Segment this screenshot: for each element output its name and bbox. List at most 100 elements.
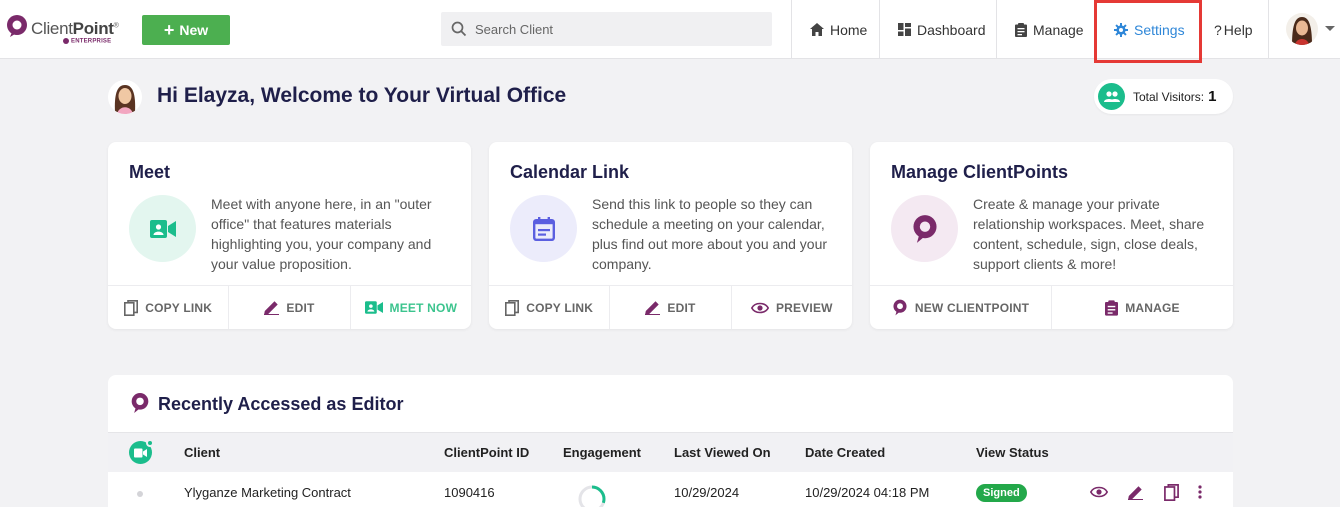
last-viewed-date: 10/29/2024 [674,485,740,500]
user-avatar[interactable] [1286,13,1318,45]
clientpoint-id: 1090416 [444,485,495,500]
copy-icon [124,299,139,316]
card-actions: COPY LINK EDIT MEET NOW [108,285,471,329]
welcome-heading: Hi Elayza, Welcome to Your Virtual Offic… [157,84,567,107]
manage-button[interactable]: MANAGE [1051,286,1233,329]
copy-row-button[interactable] [1160,481,1182,503]
card-title: Manage ClientPoints [891,162,1069,182]
video-camera-icon [364,301,383,314]
pencil-icon [264,301,280,315]
card-description: Meet with anyone here, in an "outer offi… [211,196,432,272]
nav-home-label: Home [830,21,868,38]
eye-icon [1090,486,1108,498]
clientpoint-logo-icon [131,393,149,413]
nav-help-label: Help [1223,21,1253,38]
client-name[interactable]: Ylyganze Marketing Contract [184,485,351,500]
recently-accessed-panel: Recently Accessed as Editor Client Clien… [108,375,1233,507]
copy-link-button[interactable]: COPY LINK [108,286,228,329]
clipboard-icon [1105,299,1119,316]
search-icon [451,21,467,37]
calendar-card: Calendar Link Send this link to people s… [489,142,852,329]
clipboard-icon [1015,22,1027,37]
recent-title: Recently Accessed as Editor [158,394,404,414]
card-actions: NEW CLIENTPOINT MANAGE [870,285,1233,329]
clientpoint-logo-icon [893,299,907,316]
plus-icon: + [163,20,175,40]
status-dot [137,491,143,497]
edit-label: EDIT [667,300,696,315]
column-last-viewed[interactable]: Last Viewed On [674,445,771,460]
column-date-created[interactable]: Date Created [805,445,885,460]
dashboard-icon [898,23,911,36]
visitors-count: 1 [1208,88,1217,105]
card-title: Calendar Link [510,162,630,182]
people-icon [1098,83,1125,110]
search-bar[interactable] [441,12,772,46]
help-icon: ? [1214,21,1222,38]
card-description: Create & manage your private relationshi… [973,196,1205,272]
column-view-status[interactable]: View Status [976,445,1049,460]
column-client[interactable]: Client [184,445,220,460]
nav-dashboard-label: Dashboard [917,21,986,38]
home-icon [810,23,824,36]
logo-wordmark: ClientPoint® [31,19,119,38]
table-row[interactable]: Ylyganze Marketing Contract 1090416 10/2… [108,472,1233,507]
kebab-menu-icon [1198,485,1202,499]
table-header: Client ClientPoint ID Engagement Last Vi… [108,432,1233,472]
column-clientpoint-id[interactable]: ClientPoint ID [444,445,529,460]
calendar-icon [510,195,577,262]
card-title: Meet [129,162,171,182]
chevron-down-icon[interactable] [1325,26,1335,31]
nav-dashboard[interactable]: Dashboard [879,0,996,59]
eye-icon [750,302,769,313]
top-bar: ClientPoint® ENTERPRISE + New Home Dashb… [0,0,1340,59]
manage-label: MANAGE [1125,300,1180,315]
nav-settings[interactable]: Settings [1096,0,1200,59]
clientpoint-logo[interactable]: ClientPoint® ENTERPRISE [5,14,119,46]
pencil-icon [645,301,661,315]
welcome-avatar [108,80,142,114]
video-camera-icon [129,195,196,262]
nav-manage-label: Manage [1033,21,1084,38]
new-button[interactable]: + New [142,15,230,45]
more-options-button[interactable] [1189,481,1211,503]
clientpoint-logo-icon [891,195,958,262]
meet-card: Meet Meet with anyone here, in an "outer… [108,142,471,329]
meeting-status-icon [129,439,154,464]
engagement-gauge [578,485,606,507]
card-description: Send this link to people so they can sch… [592,196,828,272]
copy-link-button[interactable]: COPY LINK [489,286,609,329]
date-created: 10/29/2024 04:18 PM [805,485,930,500]
nav-settings-label: Settings [1134,21,1185,38]
card-actions: COPY LINK EDIT PREVIEW [489,285,852,329]
search-input[interactable] [475,21,755,37]
copy-icon [1163,483,1179,501]
new-button-label: New [179,22,209,38]
visitors-label: Total Visitors: [1133,89,1205,104]
edit-button[interactable]: EDIT [609,286,730,329]
new-clientpoint-label: NEW CLIENTPOINT [914,300,1030,315]
gear-icon [1114,22,1128,37]
pencil-icon [1127,485,1143,500]
preview-button[interactable]: PREVIEW [730,286,852,329]
total-visitors-badge: Total Visitors: 1 [1094,79,1233,114]
nav-home[interactable]: Home [791,0,879,59]
edit-label: EDIT [286,300,315,315]
meet-now-label: MEET NOW [389,300,458,315]
copy-link-label: COPY LINK [526,300,594,315]
meet-now-button[interactable]: MEET NOW [349,286,471,329]
status-badge: Signed [976,484,1027,502]
nav-help[interactable]: ? Help [1200,0,1268,59]
column-engagement[interactable]: Engagement [563,445,641,460]
copy-link-label: COPY LINK [145,300,213,315]
clientpoint-logo-icon [7,15,27,37]
edit-button[interactable]: EDIT [228,286,349,329]
nav-divider [1268,0,1269,59]
view-button[interactable] [1088,481,1110,503]
copy-icon [505,299,520,316]
new-clientpoint-button[interactable]: NEW CLIENTPOINT [870,286,1051,329]
nav-manage[interactable]: Manage [996,0,1094,59]
manage-clientpoints-card: Manage ClientPoints Create & manage your… [870,142,1233,329]
edit-row-button[interactable] [1124,481,1146,503]
preview-label: PREVIEW [775,300,833,315]
